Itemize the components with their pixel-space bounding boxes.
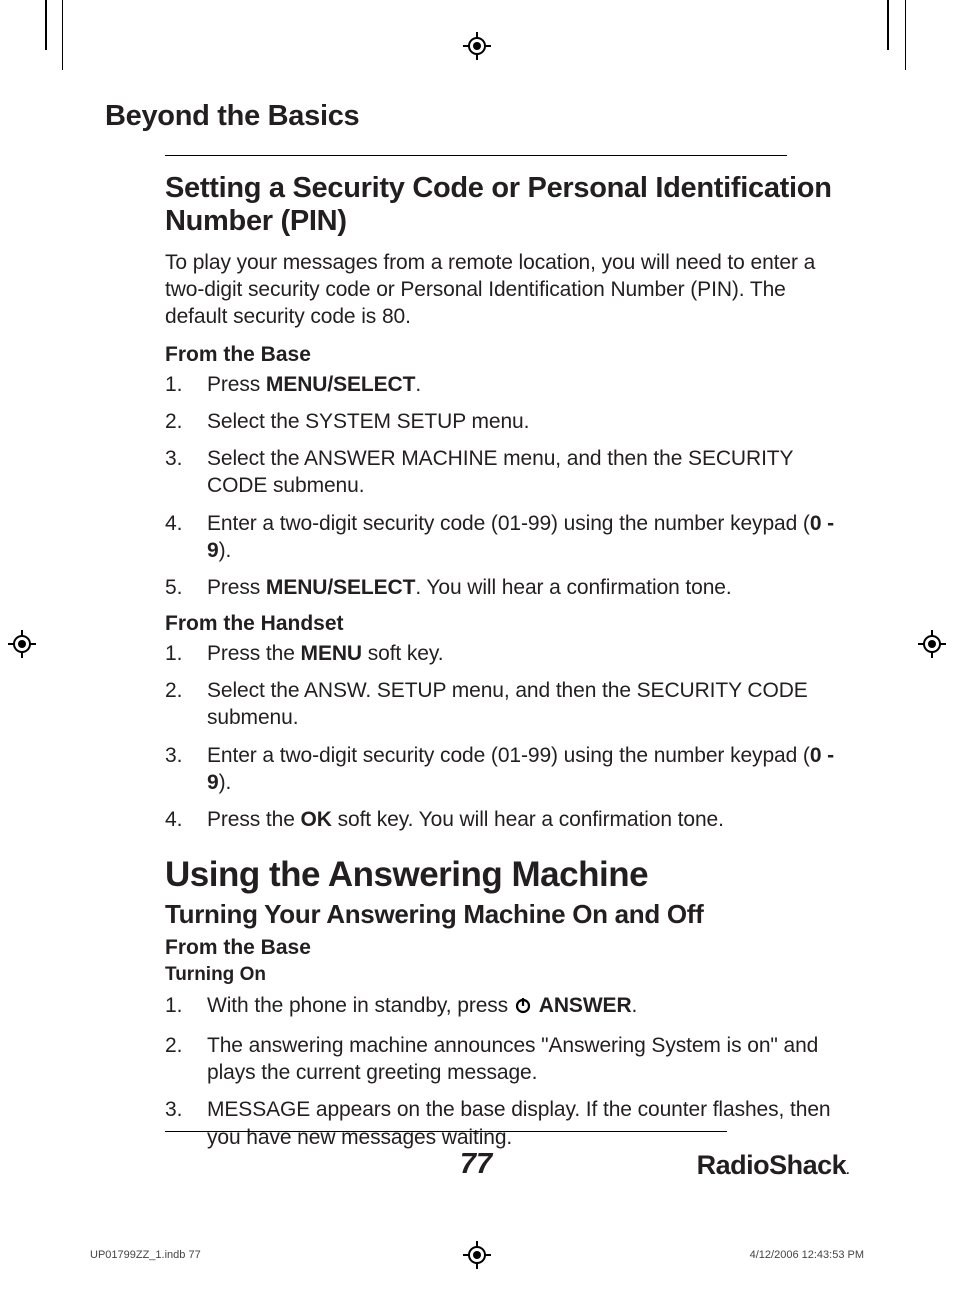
divider — [165, 1131, 727, 1132]
crop-mark — [45, 0, 47, 50]
print-metadata: UP01799ZZ_1.indb 77 4/12/2006 12:43:53 P… — [90, 1249, 864, 1261]
list-item: 2.Select the ANSW. SETUP menu, and then … — [165, 677, 849, 732]
crop-mark — [62, 0, 63, 70]
base-steps-list: 1.Press MENU/SELECT. 2.Select the SYSTEM … — [165, 371, 849, 602]
source-file: UP01799ZZ_1.indb 77 — [90, 1249, 201, 1261]
heading-security: Setting a Security Code or Personal Iden… — [165, 172, 849, 239]
registration-mark-icon — [463, 32, 491, 60]
power-icon — [514, 994, 532, 1021]
from-base-heading: From the Base — [165, 343, 849, 367]
registration-mark-icon — [918, 630, 946, 658]
list-item: 1.Press MENU/SELECT. — [165, 371, 849, 398]
divider — [165, 155, 787, 156]
from-base-heading-2: From the Base — [165, 936, 849, 960]
handset-steps-list: 1.Press the MENU soft key. 2.Select the A… — [165, 640, 849, 834]
turning-on-heading: Turning On — [165, 964, 849, 986]
list-item: 1.Press the MENU soft key. — [165, 640, 849, 667]
list-item: 3.Select the ANSWER MACHINE menu, and th… — [165, 445, 849, 500]
list-item: 1.With the phone in standby, press ANSWE… — [165, 992, 849, 1021]
heading-turning: Turning Your Answering Machine On and Of… — [165, 899, 849, 930]
crop-mark — [905, 0, 906, 70]
registration-mark-icon — [8, 630, 36, 658]
print-timestamp: 4/12/2006 12:43:53 PM — [750, 1249, 864, 1261]
list-item: 2.The answering machine announces "Answe… — [165, 1032, 849, 1087]
list-item: 4.Press the OK soft key. You will hear a… — [165, 806, 849, 833]
footer: 77 RadioShack. — [105, 1101, 849, 1181]
list-item: 3.Enter a two-digit security code (01-99… — [165, 742, 849, 797]
list-item: 4.Enter a two-digit security code (01-99… — [165, 510, 849, 565]
brand-logo: RadioShack. — [697, 1150, 849, 1181]
list-item: 2.Select the SYSTEM SETUP menu. — [165, 408, 849, 435]
intro-text: To play your messages from a remote loca… — [165, 249, 849, 331]
heading-using: Using the Answering Machine — [165, 855, 849, 895]
crop-mark — [887, 0, 889, 50]
section-title: Beyond the Basics — [105, 100, 849, 133]
page-number: 77 — [165, 1148, 787, 1181]
from-handset-heading: From the Handset — [165, 612, 849, 636]
page-content: Beyond the Basics Setting a Security Cod… — [105, 100, 849, 1161]
list-item: 5.Press MENU/SELECT. You will hear a con… — [165, 574, 849, 601]
